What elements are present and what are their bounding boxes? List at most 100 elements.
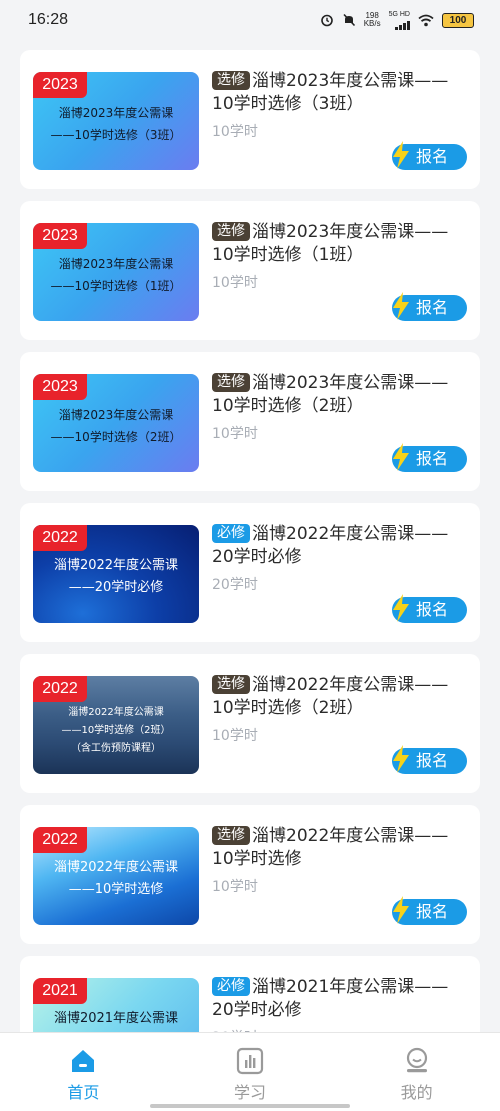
course-title[interactable]: 必修 淄博2021年度公需课——20学时必修 (212, 976, 462, 1022)
course-hours: 10学时 (212, 426, 258, 442)
lightning-icon (393, 745, 409, 773)
thumbnail-line: ——10学时选修 (68, 882, 164, 897)
course-thumbnail[interactable]: 2023 淄博2023年度公需课 ——10学时选修（2班） (33, 374, 199, 472)
thumbnail-line: 淄博2022年度公需课 (68, 707, 164, 718)
type-badge: 选修 (212, 373, 250, 392)
course-hours: 10学时 (212, 879, 258, 895)
thumbnail-line: 淄博2021年度公需课 (53, 1011, 179, 1026)
thumbnail-line: ——10学时选修（1班） (50, 279, 182, 293)
course-title[interactable]: 选修 淄博2022年度公需课——10学时选修（2班） (212, 674, 462, 720)
course-thumbnail[interactable]: 2022 淄博2022年度公需课 ——10学时选修 (33, 827, 199, 925)
signup-button[interactable]: 报名 (392, 594, 467, 623)
battery-icon: 100 (442, 12, 474, 28)
lightning-icon (393, 141, 409, 169)
tab-home-label: 首页 (67, 1083, 100, 1102)
thumbnail-line: 淄博2023年度公需课 (58, 106, 174, 120)
course-card[interactable]: 2022 淄博2022年度公需课 ——10学时选修（2班） （含工伤预防课程） … (20, 654, 480, 793)
course-thumbnail[interactable]: 2022 淄博2022年度公需课 ——20学时必修 (33, 525, 199, 623)
thumbnail-line: 淄博2023年度公需课 (58, 408, 174, 422)
signup-label: 报名 (416, 298, 449, 317)
thumbnail-line: 淄博2022年度公需课 (53, 558, 179, 573)
thumbnail-caption: 淄博2023年度公需课 ——10学时选修（2班） (33, 404, 199, 448)
wifi-icon (418, 14, 434, 26)
thumbnail-line: ——10学时选修（2班） (50, 430, 182, 444)
course-card[interactable]: 2023 淄博2023年度公需课 ——10学时选修（1班） 选修 淄博2023年度… (20, 201, 480, 340)
course-title[interactable]: 选修 淄博2023年度公需课——10学时选修（1班） (212, 221, 462, 267)
type-badge: 必修 (212, 977, 250, 996)
tab-study-label: 学习 (233, 1083, 266, 1102)
course-hours: 20学时 (212, 577, 258, 593)
net-speed: 198 KB/s (364, 12, 381, 28)
year-tag: 2023 (33, 374, 87, 400)
status-icons: 198 KB/s 5G HD 100 (320, 11, 474, 30)
signal-icon (395, 18, 410, 30)
thumbnail-line: 淄博2022年度公需课 (53, 860, 179, 875)
lightning-icon (393, 292, 409, 320)
signup-label: 报名 (416, 902, 449, 921)
thumbnail-caption: 淄博2023年度公需课 ——10学时选修（3班） (33, 102, 199, 146)
tab-home[interactable]: 首页 (23, 1033, 143, 1111)
thumbnail-line: 淄博2023年度公需课 (58, 257, 174, 271)
lightning-icon (393, 896, 409, 924)
year-tag: 2022 (33, 827, 87, 853)
thumbnail-caption: 淄博2022年度公需课 ——10学时选修 (33, 857, 199, 901)
thumbnail-line: ——20学时必修 (68, 580, 164, 595)
signup-label: 报名 (416, 147, 449, 166)
course-thumbnail[interactable]: 2022 淄博2022年度公需课 ——10学时选修（2班） （含工伤预防课程） (33, 676, 199, 774)
lightning-icon (393, 443, 409, 471)
tab-mine[interactable]: 我的 (357, 1033, 477, 1111)
course-title[interactable]: 必修 淄博2022年度公需课——20学时必修 (212, 523, 462, 569)
signup-button[interactable]: 报名 (392, 443, 467, 472)
thumbnail-line: ——10学时选修（2班） (61, 725, 171, 736)
course-card[interactable]: 2022 淄博2022年度公需课 ——20学时必修 必修 淄博2022年度公需课—… (20, 503, 480, 642)
signup-button[interactable]: 报名 (392, 141, 467, 170)
thumbnail-line: ——10学时选修（3班） (50, 128, 182, 142)
home-indicator (150, 1104, 350, 1108)
chart-icon (236, 1047, 264, 1075)
status-time: 16:28 (28, 11, 69, 28)
course-card[interactable]: 2023 淄博2023年度公需课 ——10学时选修（3班） 选修 淄博2023年度… (20, 50, 480, 189)
course-hours: 10学时 (212, 124, 258, 140)
course-card[interactable]: 2023 淄博2023年度公需课 ——10学时选修（2班） 选修 淄博2023年度… (20, 352, 480, 491)
tab-mine-label: 我的 (400, 1083, 433, 1102)
course-thumbnail[interactable]: 2023 淄博2023年度公需课 ——10学时选修（1班） (33, 223, 199, 321)
cell-signal: 5G HD (389, 11, 410, 30)
year-tag: 2023 (33, 72, 87, 98)
network-label: 5G HD (388, 10, 410, 18)
home-icon (72, 1050, 95, 1072)
year-tag: 2023 (33, 223, 87, 249)
thumbnail-line: （含工伤预防课程） (71, 743, 161, 754)
type-badge: 选修 (212, 675, 250, 694)
lightning-icon (393, 594, 409, 622)
thumbnail-caption: 淄博2023年度公需课 ——10学时选修（1班） (33, 253, 199, 297)
type-badge: 选修 (212, 222, 250, 241)
type-badge: 必修 (212, 524, 250, 543)
signup-label: 报名 (416, 600, 449, 619)
bottom-tab-bar: 首页 学习 我的 (0, 1032, 500, 1111)
year-tag: 2022 (33, 676, 87, 702)
course-card[interactable]: 2022 淄博2022年度公需课 ——10学时选修 选修 淄博2022年度公需课—… (20, 805, 480, 944)
year-tag: 2021 (33, 978, 87, 1004)
course-thumbnail[interactable]: 2023 淄博2023年度公需课 ——10学时选修（3班） (33, 72, 199, 170)
course-hours: 10学时 (212, 728, 258, 744)
battery-level: 100 (449, 14, 467, 26)
year-tag: 2022 (33, 525, 87, 551)
course-hours: 10学时 (212, 275, 258, 291)
thumbnail-caption: 淄博2022年度公需课 ——10学时选修（2班） （含工伤预防课程） (33, 704, 199, 758)
profile-icon (406, 1047, 427, 1073)
course-title[interactable]: 选修 淄博2022年度公需课——10学时选修 (212, 825, 462, 871)
course-title[interactable]: 选修 淄博2023年度公需课——10学时选修（3班） (212, 70, 462, 116)
status-bar: 16:28 198 KB/s 5G HD 100 (0, 0, 500, 40)
signup-button[interactable]: 报名 (392, 292, 467, 321)
type-badge: 选修 (212, 71, 250, 90)
alarm-icon (320, 14, 333, 27)
signup-label: 报名 (416, 449, 449, 468)
signup-button[interactable]: 报名 (392, 896, 467, 925)
mute-icon (343, 13, 355, 27)
course-title[interactable]: 选修 淄博2023年度公需课——10学时选修（2班） (212, 372, 462, 418)
thumbnail-caption: 淄博2021年度公需课 (33, 1008, 199, 1030)
tab-study[interactable]: 学习 (190, 1033, 310, 1111)
signup-button[interactable]: 报名 (392, 745, 467, 774)
signup-label: 报名 (416, 751, 449, 770)
type-badge: 选修 (212, 826, 250, 845)
